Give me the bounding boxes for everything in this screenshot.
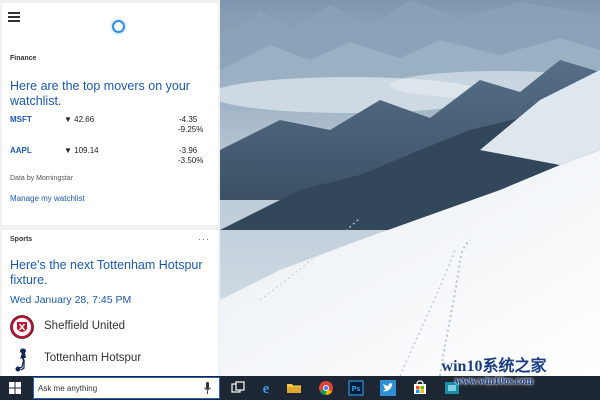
finance-section-label: Finance <box>10 55 37 62</box>
hamburger-menu-icon[interactable] <box>8 12 20 22</box>
svg-text:Ps: Ps <box>352 386 361 393</box>
stock-symbol: AAPL <box>10 146 32 155</box>
task-view-icon[interactable] <box>230 380 246 396</box>
team-name: Sheffield United <box>44 320 125 332</box>
stock-percent: -9.25% <box>178 125 204 134</box>
stock-row[interactable]: AAPL ▼ 109.14 -3.96 -3.50% <box>10 146 215 168</box>
chrome-icon[interactable] <box>318 380 334 396</box>
team-row[interactable]: Sheffield United <box>10 314 210 340</box>
edge-icon[interactable]: e <box>258 380 274 396</box>
stock-price: ▼ 42.66 <box>64 115 95 124</box>
stock-change: -3.96 <box>179 146 198 155</box>
team-row[interactable]: Tottenham Hotspur <box>10 346 210 372</box>
stock-change: -4.35 <box>179 115 198 124</box>
cortana-icon[interactable] <box>112 20 125 33</box>
manage-watchlist-link[interactable]: Manage my watchlist <box>10 194 85 203</box>
cortana-panel: Finance Here are the top movers on your … <box>0 0 220 376</box>
stock-percent: -3.50% <box>178 156 204 165</box>
finance-headline[interactable]: Here are the top movers on your watchlis… <box>10 79 215 109</box>
fixture-datetime: Wed January 28, 7:45 PM <box>10 294 132 306</box>
file-explorer-icon[interactable] <box>286 380 302 396</box>
sports-card: Sports ··· Here's the next Tottenham Hot… <box>2 230 218 376</box>
team-name: Tottenham Hotspur <box>44 352 142 364</box>
sheffield-united-crest-icon <box>10 315 34 339</box>
photoshop-icon[interactable]: Ps <box>348 380 364 396</box>
stock-row[interactable]: MSFT ▼ 42.66 -4.35 -9.25% <box>10 115 215 137</box>
more-options-icon[interactable]: ··· <box>198 234 210 244</box>
stock-symbol: MSFT <box>10 115 32 124</box>
microphone-icon[interactable] <box>204 382 211 394</box>
cortana-search-box[interactable] <box>33 377 220 399</box>
sports-headline[interactable]: Here's the next Tottenham Hotspur fixtur… <box>10 258 215 288</box>
tottenham-hotspur-crest-icon <box>15 348 26 372</box>
finance-card: Finance Here are the top movers on your … <box>2 3 218 225</box>
windows-start-icon[interactable] <box>9 382 21 394</box>
svg-text:e: e <box>263 381 270 396</box>
sports-section-label: Sports <box>10 236 33 243</box>
stock-price: ▼ 109.14 <box>64 146 99 155</box>
search-input[interactable] <box>38 381 198 395</box>
watermark: win10系统之家 www.win10os.com <box>394 358 594 388</box>
watermark-url: www.win10os.com <box>454 376 534 387</box>
data-attribution: Data by Morningstar <box>10 175 74 182</box>
watermark-title: win10系统之家 <box>441 358 547 375</box>
